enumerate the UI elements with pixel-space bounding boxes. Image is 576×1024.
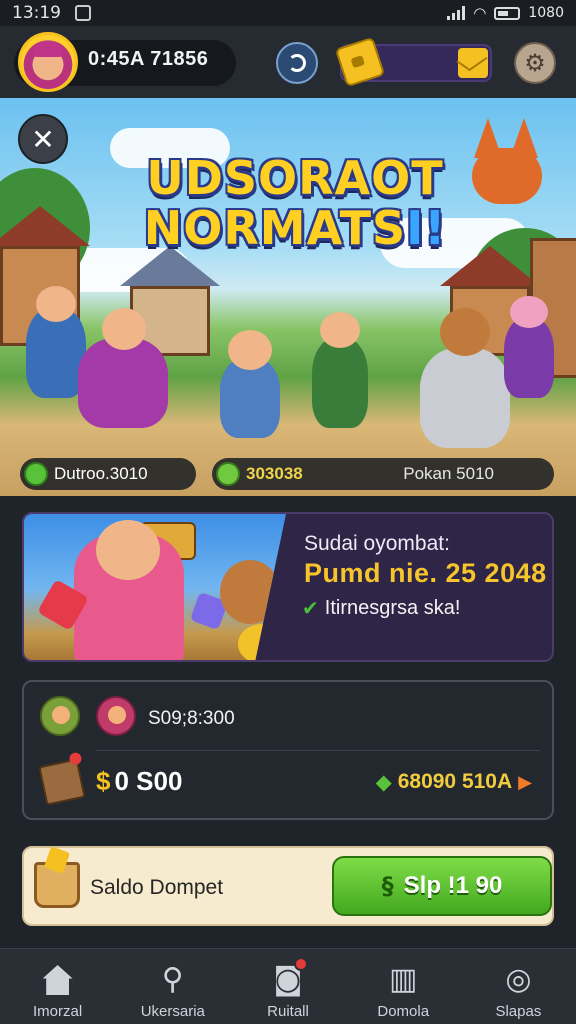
reward-avatar-icon [96,696,136,736]
bear-character [220,560,280,624]
sim-icon [75,5,91,21]
stat-middle-value: 303038 [246,464,303,483]
reward-right-value: 68090 510A [397,770,513,793]
player-id: 0:45A 71856 [88,48,209,70]
promo-line2: Pumd nie. 25 2048 [304,558,547,588]
battery-icon [494,6,521,20]
character-knight-bear [420,308,510,448]
support-icon: ◎ [505,962,532,997]
fox-body [472,148,542,204]
status-time: 13:19 [12,3,61,23]
wifi-icon: ◠ [473,4,487,22]
gear-icon: ⚙ [524,49,546,77]
rewards-panel: S09;8:300 $ 0 S00 ◆ 68090 510A ▶ [22,680,554,820]
nav-label: Slapas [495,1003,542,1020]
home-icon [42,965,73,995]
gold-coins [238,624,286,660]
promo-line3-text: Itirnesgrsa ska! [324,596,461,619]
nav-item-support[interactable]: ◎ Slapas [461,949,576,1024]
character-head [36,286,76,322]
promo-line3: ✔ Itirnesgrsa ska! [302,596,460,620]
house-roof [0,206,90,246]
status-right-text: 1080 [528,5,564,21]
wallet-cta-button[interactable]: § Slp !1 90 [332,856,552,916]
promo-character [74,520,184,660]
character-boy [220,330,280,438]
search-icon: ⚲ [161,962,184,997]
nav-label: Domola [377,1003,430,1020]
currency-icon: § [381,872,394,900]
bottom-nav: Imorzal ⚲ Ukersaria ◙ Ruitall ▥ Domola ◎… [0,948,576,1024]
chevron-right-icon: ▶ [518,771,532,793]
cards-icon: ▥ [389,962,418,997]
fox-character [458,118,562,228]
currency-bar[interactable] [334,36,492,88]
settings-button[interactable]: ⚙ [514,42,556,84]
hero-title: UDSORAOT NORMATSI! [135,153,455,253]
nav-item-camera[interactable]: ◙ Ruitall [230,949,345,1024]
reward-value-2-text: 0 S00 [114,766,183,796]
coin-icon [334,36,386,88]
character-head [102,308,146,350]
dollar-icon: $ [96,766,111,796]
gem-icon: ◆ [375,770,392,794]
promo-card[interactable]: Sudai oyombat: Pumd nie. 25 2048 ✔ Itirn… [22,512,554,662]
nav-label: Ruitall [267,1003,309,1020]
promo-line1: Sudai oyombat: [304,532,450,555]
reward-value-1: S09;8:300 [148,708,235,729]
wallet-cta-label: Slp !1 90 [403,872,503,899]
avatar[interactable] [18,32,78,92]
close-icon: ✕ [31,122,55,156]
character-elf [312,312,368,428]
stat-pill-left: Dutroo.3010 [20,458,196,490]
stat-pill-right: 303038 Pokan 5010 [212,458,554,490]
hero-title-accent: I! [406,201,447,255]
character-goblin [26,286,86,398]
character-head [510,296,548,328]
link-button[interactable] [276,42,318,84]
mail-icon[interactable] [458,48,488,78]
gem-icon [216,462,240,486]
reward-value-2: $ 0 S00 [96,766,182,797]
promo-artwork [24,514,286,660]
divider [96,750,540,751]
character-guitarist [78,308,168,428]
reward-link[interactable]: ◆ 68090 510A ▶ [376,770,532,794]
treasure-box-icon [38,758,86,806]
reward-avatar-icon [40,696,80,736]
nav-label: Ukersaria [140,1003,205,1020]
link-icon [288,54,306,72]
notification-badge [294,957,309,971]
hero-title-main: NORMATS [143,201,407,255]
signal-icon [447,6,466,20]
character-head [228,330,272,370]
house-roof [440,246,540,286]
nav-item-home[interactable]: Imorzal [0,949,115,1024]
back-button[interactable]: ✕ [18,114,68,164]
nav-label: Imorzal [33,1003,83,1020]
check-icon: ✔ [302,596,319,620]
hero-title-line1: UDSORAOT [146,151,444,205]
wallet-icon [34,862,80,908]
stat-left-value: Dutroo.3010 [54,464,148,483]
top-bar: 0:45A 71856 ⚙ [0,26,576,98]
status-right: ◠ 1080 [447,4,564,22]
wallet-label: Saldo Dompet [90,876,224,899]
hero-banner: ✕ UDSORAOT NORMATSI! Dutroo.3010 303038 … [0,98,576,496]
check-icon [24,462,48,486]
stat-right-value: Pokan 5010 [403,464,494,483]
wallet-card: Saldo Dompet § Slp !1 90 [22,846,554,926]
character-pig [504,296,554,398]
hero-stats: Dutroo.3010 303038 Pokan 5010 [0,458,576,494]
nav-item-search[interactable]: ⚲ Ukersaria [115,949,230,1024]
status-bar: 13:19 ◠ 1080 [0,0,576,26]
nav-item-cards[interactable]: ▥ Domola [346,949,461,1024]
character-head [440,308,490,356]
character-head [320,312,360,348]
hero-title-line2: NORMATSI! [135,203,455,253]
